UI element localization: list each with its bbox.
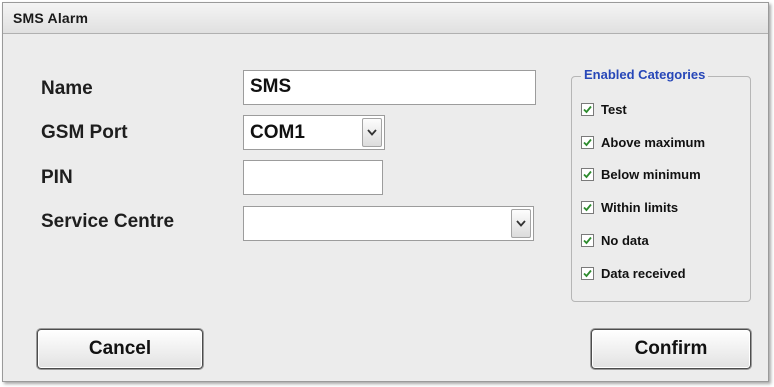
gsm-port-value: COM1 [250,122,305,143]
category-label: Test [601,101,627,117]
title-bar[interactable]: SMS Alarm [3,3,768,34]
checkbox[interactable] [581,233,594,247]
chevron-down-icon [367,129,377,136]
name-label: Name [41,78,93,99]
service-centre-label: Service Centre [41,211,175,232]
service-centre-dropdown-button[interactable] [511,209,531,238]
category-label: Data received [601,265,686,281]
enabled-categories-legend: Enabled Categories [581,67,709,82]
category-below-minimum[interactable]: Below minimum [581,165,701,183]
name-field-value: SMS [250,76,292,97]
gsm-port-select[interactable]: COM1 [243,115,385,150]
pin-label: PIN [41,167,73,188]
gsm-port-label: GSM Port [41,122,128,143]
window-title: SMS Alarm [13,10,89,26]
checkmark-icon [583,269,592,277]
category-data-received[interactable]: Data received [581,264,686,282]
sms-alarm-dialog: SMS Alarm Name SMS GSM Port COM1 PIN Ser… [2,2,769,382]
category-label: Below minimum [601,166,701,182]
checkbox[interactable] [581,102,594,116]
chevron-down-icon [516,220,526,227]
checkmark-icon [583,203,592,211]
checkmark-icon [583,236,592,244]
category-within-limits[interactable]: Within limits [581,198,678,216]
gsm-port-dropdown-button[interactable] [362,118,382,147]
category-label: Within limits [601,199,679,215]
service-centre-select[interactable] [243,206,534,241]
confirm-button[interactable]: Confirm [591,329,751,369]
category-test[interactable]: Test [581,100,627,118]
pin-field[interactable] [243,160,383,195]
category-no-data[interactable]: No data [581,231,649,249]
category-label: Above maximum [601,134,706,150]
checkmark-icon [583,105,592,113]
checkmark-icon [583,170,592,178]
category-above-maximum[interactable]: Above maximum [581,133,705,151]
cancel-button[interactable]: Cancel [37,329,203,369]
checkbox[interactable] [581,135,594,149]
checkmark-icon [583,138,592,146]
category-label: No data [601,232,649,248]
checkbox[interactable] [581,266,594,280]
checkbox[interactable] [581,200,594,214]
name-field[interactable]: SMS [243,70,536,105]
checkbox[interactable] [581,167,594,181]
